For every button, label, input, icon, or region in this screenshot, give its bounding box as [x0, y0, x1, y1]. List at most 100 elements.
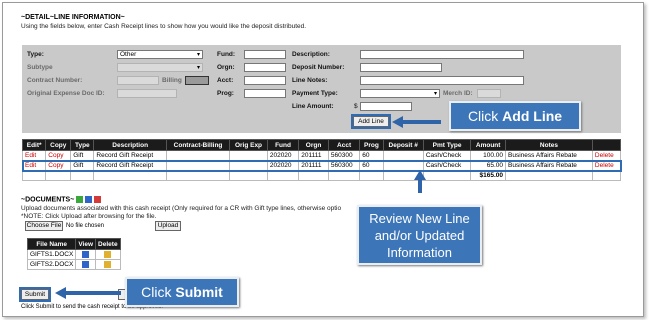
- cell-orgn: 201111: [298, 160, 329, 171]
- col-header: [591, 139, 622, 151]
- description-label: Description:: [292, 51, 330, 58]
- subtype-select[interactable]: ▾: [117, 63, 203, 72]
- cell-pmt-type: Cash/Check: [422, 150, 472, 161]
- lines-table: Edit* Copy Type Description Contract-Bil…: [21, 139, 622, 181]
- cell-description: Record Gift Receipt: [93, 160, 167, 171]
- delete-link[interactable]: Delete: [591, 150, 622, 161]
- cell-type: Gift: [70, 160, 95, 171]
- orig-expense-doc-field[interactable]: [117, 89, 177, 98]
- cell-type: Gift: [70, 150, 95, 161]
- documents-note: *NOTE: Click Upload after browsing for t…: [21, 213, 157, 220]
- arrow-head-left-icon: [392, 116, 403, 128]
- copy-link[interactable]: Copy: [45, 150, 72, 161]
- submit-button[interactable]: Submit: [19, 287, 51, 302]
- subtype-label: Subtype: [27, 64, 53, 71]
- attachment-icon: [76, 196, 84, 203]
- view-file-icon[interactable]: [75, 259, 97, 270]
- cell-contract-billing: [165, 160, 231, 171]
- copy-link[interactable]: Copy: [45, 160, 72, 171]
- cell-orgn: 201111: [298, 150, 329, 161]
- callout-click-submit: Click Submit: [125, 277, 239, 307]
- type-select[interactable]: Other ▾: [117, 50, 203, 59]
- screenshot-frame: ~DETAIL~LINE INFORMATION~ Using the fiel…: [2, 2, 644, 317]
- callout-text: Click: [467, 108, 503, 124]
- cell-description: Record Gift Receipt: [93, 150, 167, 161]
- view-file-icon[interactable]: [75, 249, 97, 260]
- cell-orig-exp: [229, 160, 268, 171]
- lines-table-header: Edit* Copy Type Description Contract-Bil…: [21, 139, 622, 151]
- edit-link[interactable]: Edit: [21, 150, 47, 161]
- cell-fund: 202020: [266, 160, 300, 171]
- documents-title-text: ~DOCUMENTS~: [21, 196, 75, 204]
- fund-field[interactable]: [244, 50, 286, 59]
- delete-file-icon[interactable]: [95, 249, 121, 260]
- col-header: File Name: [26, 238, 77, 250]
- documents-table-header: File Name View Delete: [26, 238, 121, 250]
- col-header: Contract-Billing: [165, 139, 231, 151]
- orgn-field[interactable]: [244, 63, 286, 72]
- col-header: Copy: [45, 139, 72, 151]
- cell-amount: 100.00: [470, 150, 507, 161]
- detail-section-description: Using the fields below, enter Cash Recei…: [21, 23, 307, 30]
- payment-type-label: Payment Type:: [292, 90, 338, 97]
- callout-text: Click: [141, 284, 176, 300]
- callout-arrow-submit: [65, 291, 121, 295]
- cell-prog: 60: [359, 160, 384, 171]
- total-amount: $165.00: [470, 170, 507, 181]
- col-header: Delete: [95, 238, 121, 250]
- merch-id-label: Merch ID:: [443, 90, 473, 97]
- choose-file-button[interactable]: Choose File: [25, 221, 63, 231]
- delete-link[interactable]: Delete: [591, 160, 622, 171]
- merch-id-field[interactable]: [477, 89, 501, 98]
- orgn-label: Orgn:: [217, 64, 235, 71]
- word-doc-icon: [85, 196, 93, 203]
- acct-field[interactable]: [244, 76, 286, 85]
- acct-label: Acct:: [217, 77, 234, 84]
- pdf-icon: [94, 196, 102, 203]
- cell-amount: 65.00: [470, 160, 507, 171]
- no-file-chosen-text: No file chosen: [66, 223, 105, 229]
- line-amount-label: Line Amount:: [292, 103, 334, 110]
- cell-notes: Business Affairs Rebate: [505, 150, 593, 161]
- cell-contract-billing: [165, 150, 231, 161]
- col-header: Description: [93, 139, 167, 151]
- deposit-number-field[interactable]: [360, 63, 442, 72]
- col-header: Type: [70, 139, 95, 151]
- callout-review-new-line: Review New Line and/or Updated Informati…: [357, 205, 482, 265]
- chevron-down-icon: ▾: [196, 65, 200, 71]
- cell-notes: Business Affairs Rebate: [505, 160, 593, 171]
- delete-file-icon[interactable]: [95, 259, 121, 270]
- table-row: Edit Copy Gift Record Gift Receipt 20202…: [21, 150, 622, 161]
- documents-description: Upload documents associated with this ca…: [21, 205, 342, 212]
- cell-fund: 202020: [266, 150, 300, 161]
- line-amount-field[interactable]: [360, 102, 412, 111]
- cell-prog: 60: [359, 150, 384, 161]
- file-name: GIFTS2.DOCX: [26, 259, 77, 270]
- table-row: GIFTS2.DOCX: [26, 259, 121, 270]
- col-header: Prog: [359, 139, 384, 151]
- fund-label: Fund:: [217, 51, 236, 58]
- payment-type-select[interactable]: ▾: [360, 89, 440, 98]
- prog-field[interactable]: [244, 89, 286, 98]
- edit-link[interactable]: Edit: [21, 160, 47, 171]
- upload-button[interactable]: Upload: [155, 221, 181, 231]
- billing-field[interactable]: [185, 76, 209, 85]
- callout-bold-text: Submit: [175, 284, 223, 300]
- cell-acct: 560300: [327, 160, 361, 171]
- line-notes-field[interactable]: [360, 76, 524, 85]
- dollar-sign: $: [354, 103, 358, 110]
- orig-expense-doc-label: Original Expense Doc ID:: [27, 90, 105, 97]
- chevron-down-icon: ▾: [196, 52, 200, 58]
- add-line-button[interactable]: Add Line: [351, 114, 391, 129]
- cell-deposit: [382, 160, 424, 171]
- col-header: Orig Exp: [229, 139, 268, 151]
- file-name: GIFTS1.DOCX: [26, 249, 77, 260]
- callout-arrow-review: [418, 179, 422, 193]
- contract-number-field[interactable]: [117, 76, 159, 85]
- detail-section-title: ~DETAIL~LINE INFORMATION~: [21, 14, 125, 21]
- chevron-down-icon: ▾: [433, 91, 437, 97]
- table-total-row: $165.00: [21, 170, 622, 181]
- callout-click-add-line: Click Add Line: [449, 101, 581, 131]
- description-field[interactable]: [360, 50, 524, 59]
- col-header: Amount: [470, 139, 507, 151]
